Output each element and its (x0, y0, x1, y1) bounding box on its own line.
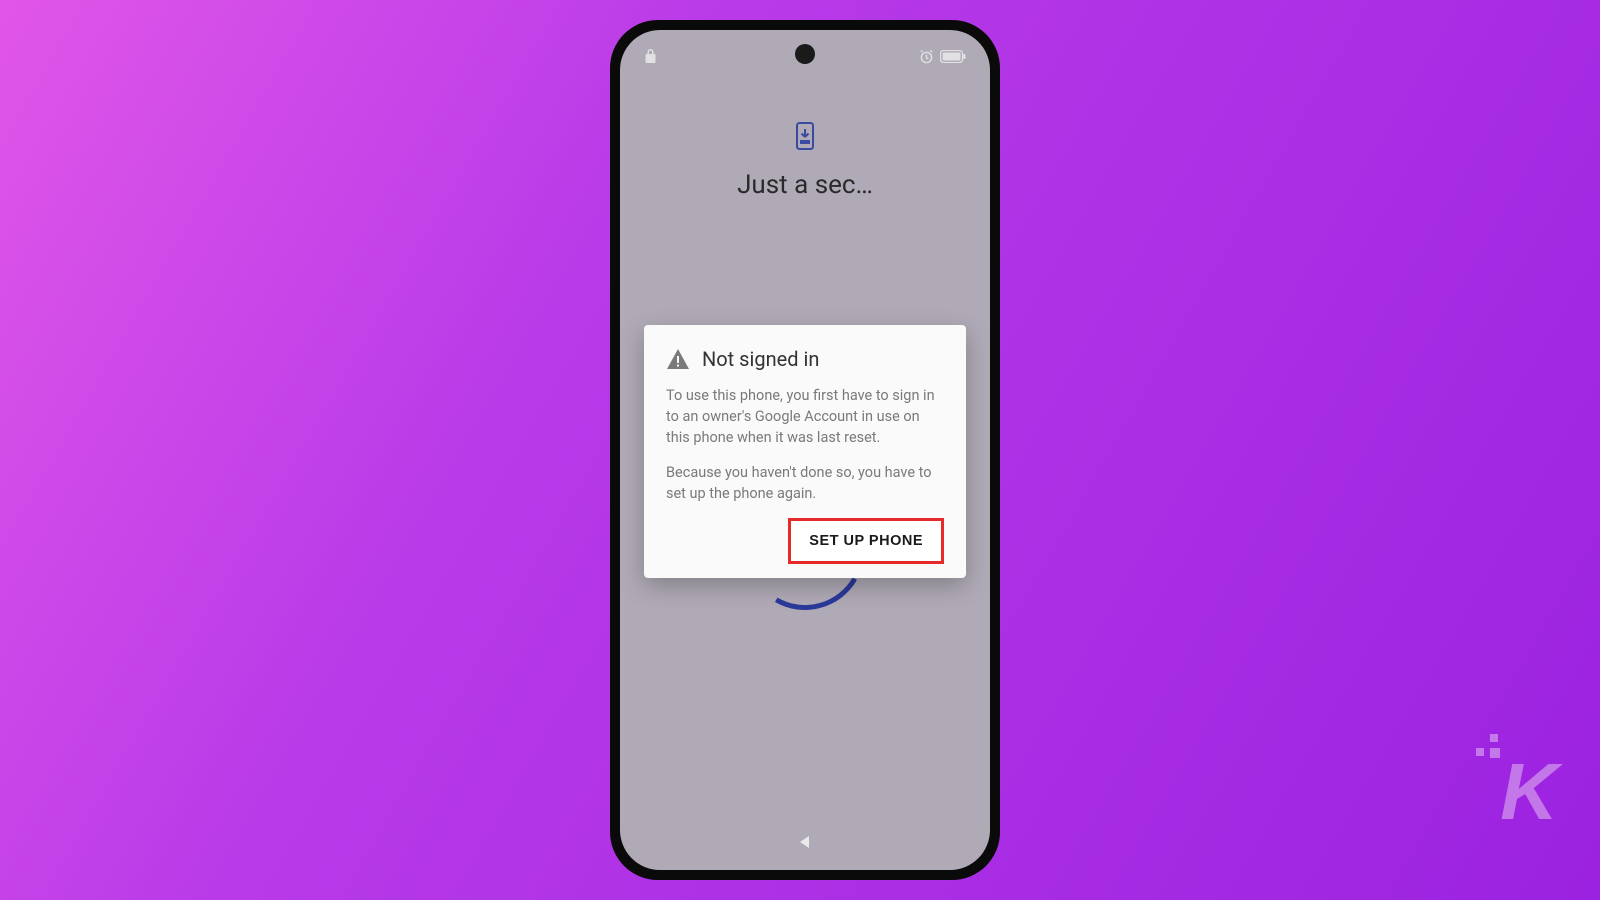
signin-dialog: Not signed in To use this phone, you fir… (644, 325, 966, 578)
watermark-letter: K (1500, 746, 1558, 838)
dialog-title: Not signed in (702, 347, 819, 371)
dialog-body-paragraph-1: To use this phone, you first have to sig… (666, 385, 944, 448)
dialog-body-paragraph-2: Because you haven't done so, you have to… (666, 462, 944, 504)
warning-icon (666, 348, 690, 370)
dialog-body: To use this phone, you first have to sig… (666, 385, 944, 504)
phone-screen: Just a sec… Not signed in To use this ph… (620, 30, 990, 870)
watermark: K (1500, 746, 1558, 838)
nav-bar (620, 834, 990, 850)
page-title: Just a sec… (620, 170, 990, 200)
battery-icon (940, 50, 966, 63)
setup-phone-button[interactable]: SET UP PHONE (788, 518, 944, 564)
status-bar (620, 44, 990, 68)
install-icon (794, 122, 816, 150)
phone-frame: Just a sec… Not signed in To use this ph… (610, 20, 1000, 880)
lock-icon (644, 48, 657, 64)
alarm-icon (919, 49, 934, 64)
nav-back-icon[interactable] (797, 834, 813, 850)
